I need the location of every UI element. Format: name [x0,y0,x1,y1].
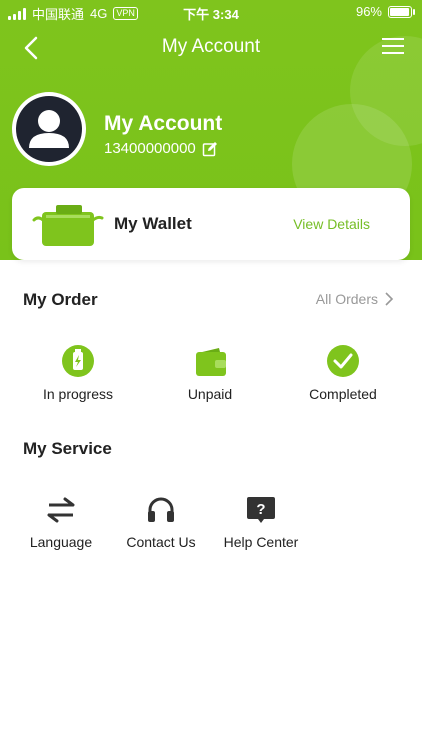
service-label: Language [29,534,93,550]
order-label: Completed [309,386,377,402]
service-label: Help Center [223,534,299,550]
in-progress-icon [62,345,94,377]
avatar[interactable] [12,92,86,166]
battery-icon [388,5,415,18]
svg-text:?: ? [256,501,265,518]
hamburger-menu-icon[interactable] [382,38,404,58]
service-help-center[interactable]: ? Help Center [216,494,306,550]
all-orders-link[interactable]: All Orders [316,291,394,307]
view-details-link[interactable]: View Details [293,216,370,232]
order-label: In progress [42,386,114,402]
services-section-title: My Service [23,439,112,458]
edit-icon[interactable] [202,141,218,157]
navigation-bar: My Account [0,24,422,72]
page-title: My Account [161,36,261,57]
account-phone: 13400000000 [104,140,196,157]
order-in-progress[interactable]: In progress [28,344,128,402]
order-completed[interactable]: Completed [293,344,393,402]
battery-percent: 96% [355,4,382,19]
service-contact-us[interactable]: Contact Us [116,494,206,550]
swap-arrows-icon [47,497,75,523]
account-phone-row: 13400000000 [104,140,218,157]
order-unpaid[interactable]: Unpaid [160,344,260,402]
status-bar: 中国联通 4G VPN 下午 3:34 96% [0,0,422,24]
wallet-card[interactable]: My Wallet View Details [12,188,410,260]
all-orders-label: All Orders [315,291,378,307]
help-icon: ? [247,497,275,523]
service-language[interactable]: Language [16,494,106,550]
chevron-right-icon [385,292,394,306]
user-avatar-icon [16,96,82,162]
check-circle-icon [327,345,359,377]
wallet-title: My Wallet [114,214,192,233]
wallet-icon [32,205,104,246]
wallet-unpaid-icon [196,348,226,376]
order-label: Unpaid [187,386,233,402]
service-label: Contact Us [126,534,196,550]
status-right: 96% [355,4,415,19]
headphones-icon [148,497,174,522]
account-name: My Account [104,112,223,135]
orders-section-title: My Order [23,290,98,309]
